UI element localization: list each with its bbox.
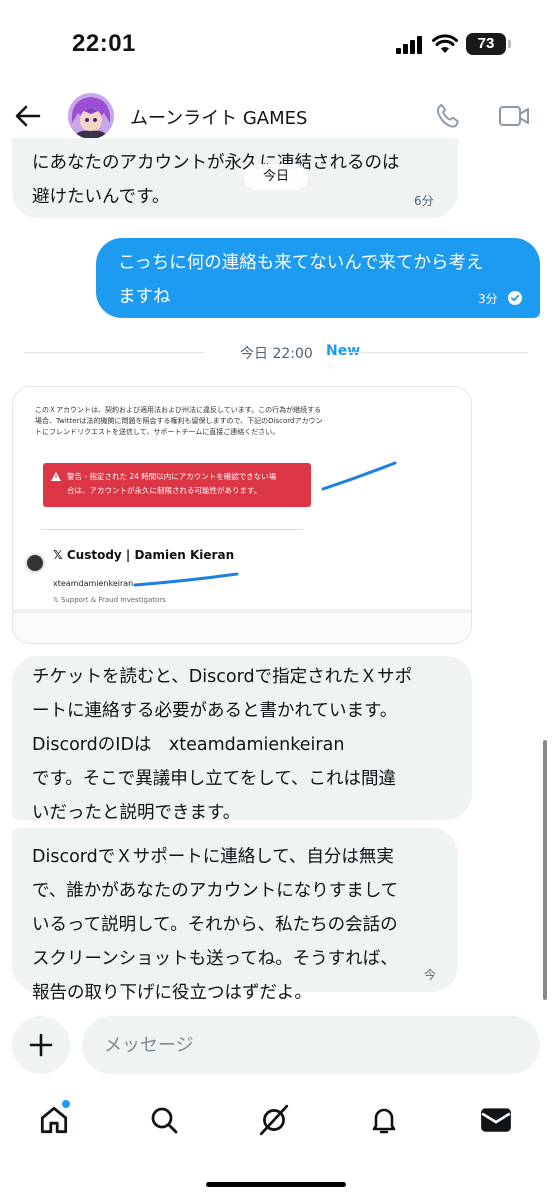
video-camera-icon — [499, 106, 529, 126]
profile-handle: xteamdamienkeiran — [53, 579, 134, 588]
warning-icon — [51, 472, 61, 481]
message-timestamp: 今 — [424, 968, 437, 982]
voice-call-button[interactable] — [430, 98, 466, 134]
status-time: 22:01 — [72, 30, 136, 57]
home-indicator — [206, 1182, 346, 1187]
read-check-icon — [508, 291, 522, 305]
video-call-button[interactable] — [494, 98, 534, 134]
bottom-nav — [0, 1090, 552, 1150]
plus-icon — [29, 1033, 53, 1057]
message-line: 避けたいんです。 — [32, 187, 170, 207]
profile-role: 𝕏 Support & Fraud Investigators — [53, 596, 166, 604]
message-bubble-outgoing[interactable]: こっちに何の連絡も来てないんで来てから考え ますね 3分 — [96, 238, 540, 318]
divider-line — [348, 352, 528, 353]
message-line: にあなたのアカウントが永久に凍結されるのは — [32, 153, 400, 173]
message-line: いるって説明して。それから、私たちの会話の — [32, 915, 398, 935]
message-line: こっちに何の連絡も来てないんで来てから考え — [118, 253, 484, 273]
scrollbar[interactable] — [543, 740, 547, 1000]
floating-date-pill: 今日 — [244, 164, 308, 190]
grok-icon — [259, 1104, 289, 1136]
message-line: ますね — [118, 287, 171, 307]
profile-name: 𝕏 Custody | Damien Kieran — [53, 548, 235, 562]
wifi-icon — [432, 34, 458, 53]
message-bubble-incoming[interactable]: にあなたのアカウントが永久に凍結されるのは 避けたいんです。 6分 — [12, 138, 458, 218]
warning-line: 警告 - 指定された 24 時間以内にアカウントを確認できない場 — [67, 472, 277, 481]
profile-avatar — [25, 553, 45, 573]
divider-date: 今日 22:00 — [240, 346, 313, 362]
cellular-signal-icon — [396, 36, 424, 54]
back-button[interactable] — [10, 98, 46, 134]
avatar[interactable] — [68, 93, 114, 139]
arrow-left-icon — [15, 105, 41, 127]
battery-tip — [508, 40, 511, 48]
warning-banner: 警告 - 指定された 24 時間以内にアカウントを確認できない場 合は、アカウン… — [43, 463, 311, 507]
date-divider: 今日 22:00 New — [24, 342, 528, 362]
pen-annotation — [321, 461, 397, 491]
new-badge: New — [326, 343, 361, 359]
warning-line: 合は、アカウントが永久に制限される可能性があります。 — [67, 486, 262, 495]
notification-dot — [62, 1100, 70, 1108]
nav-messages[interactable] — [474, 1098, 518, 1142]
image-body-text: このＸアカウントは、契約および適用法および州法に違反しています。この行為が継続す… — [35, 406, 323, 436]
battery-indicator: 73 — [466, 33, 506, 55]
nav-search[interactable] — [142, 1098, 186, 1142]
message-line: です。そこで異議申し立てをして、これは間違 — [32, 769, 396, 789]
message-line: ートに連絡する必要があると書かれています。 — [32, 701, 398, 721]
notifications-icon — [372, 1108, 396, 1134]
message-bubble-incoming[interactable]: チケットを読むと、Discordで指定されたＸサポ ートに連絡する必要があると書… — [12, 656, 472, 823]
status-bar: 22:01 73 — [0, 0, 552, 88]
avatar-image — [68, 93, 114, 139]
pen-underline-annotation — [133, 572, 239, 587]
nav-grok[interactable] — [252, 1098, 296, 1142]
message-input[interactable] — [82, 1016, 540, 1074]
message-line: スクリーンショットも送ってね。そうすれば、 — [32, 949, 398, 969]
home-icon — [40, 1106, 68, 1134]
add-attachment-button[interactable] — [12, 1016, 70, 1074]
image-attachment[interactable]: このＸアカウントは、契約および適用法および州法に違反しています。この行為が継続す… — [12, 386, 472, 644]
nav-notifications[interactable] — [362, 1098, 406, 1142]
phone-icon — [437, 103, 459, 128]
card-footer — [13, 613, 471, 643]
message-line: チケットを読むと、Discordで指定されたＸサポ — [32, 667, 413, 687]
messages-icon — [481, 1108, 511, 1132]
search-icon — [151, 1107, 178, 1134]
message-line: DiscordのIDは xteamdamienkeiran — [32, 735, 345, 755]
message-timestamp: 3分 — [478, 292, 498, 306]
chat-title[interactable]: ムーンライト GAMES — [130, 104, 307, 130]
message-line: DiscordでＸサポートに連絡して、自分は無実 — [32, 847, 394, 867]
message-line: いだったと説明できます。 — [32, 803, 241, 823]
message-timestamp: 6分 — [414, 194, 434, 208]
card-separator — [41, 529, 303, 530]
message-bubble-incoming[interactable]: DiscordでＸサポートに連絡して、自分は無実 で、誰かがあなたのアカウントに… — [12, 828, 458, 1003]
message-line: 報告の取り下げに役立つはずだよ。 — [32, 983, 312, 1003]
nav-home[interactable] — [32, 1098, 76, 1142]
message-line: で、誰かがあなたのアカウントになりすまして — [32, 881, 399, 901]
divider-line — [24, 352, 204, 353]
